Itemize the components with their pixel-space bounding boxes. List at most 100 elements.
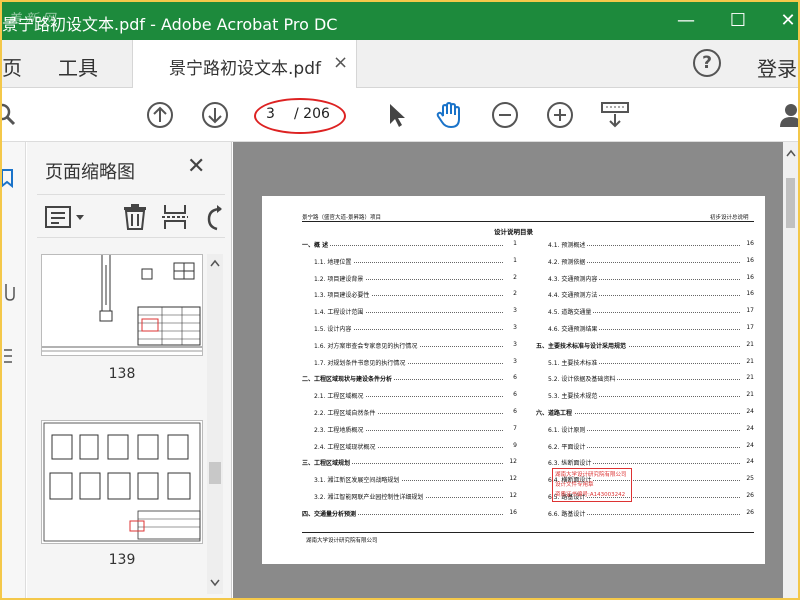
toc-entry[interactable]: 4.6. 交通预测结果 17 — [548, 324, 754, 334]
doc-scroll-up-icon[interactable] — [785, 148, 797, 158]
page-number-box[interactable]: 3 / 206 — [254, 98, 346, 134]
toc-entry-page: 26 — [744, 492, 754, 499]
main-toolbar: 3 / 206 — [2, 88, 798, 142]
toc-entry[interactable]: 六、道路工程 24 — [536, 408, 754, 418]
toc-entry-page: 16 — [744, 256, 754, 264]
toc-entry[interactable]: 4.4. 交通预测方法 16 — [548, 290, 754, 300]
toc-entry-page: 16 — [744, 273, 754, 281]
hand-tool-icon[interactable] — [434, 100, 464, 130]
layers-icon[interactable] — [2, 346, 16, 366]
toc-entry[interactable]: 1.6. 对方案审查会专家意见的执行情况 3 — [314, 340, 517, 351]
search-icon[interactable] — [2, 100, 22, 130]
toc-entry-text: 5.3. 主要技术规范 — [548, 391, 600, 401]
title-bar: 景宁路初设文本.pdf - Adobe Acrobat Pro DC 美 新 网… — [2, 2, 798, 40]
toc-entry[interactable]: 三、工程区域规划 12 — [302, 458, 517, 468]
toc-entry[interactable]: 6.6. 路基设计 26 — [548, 508, 754, 519]
scroll-mode-icon[interactable] — [600, 100, 630, 130]
panel-close-icon[interactable]: ✕ — [187, 154, 205, 179]
pdf-page: 景宁路（盛官大道-景昇路）项目 初步设计总说明 设计说明目录 一、概 述 1 1.1… — [262, 196, 765, 564]
toc-entry[interactable]: 1.2. 项目建设背景 2 — [314, 273, 517, 284]
toc-entry[interactable]: 6.1. 设计原则 24 — [548, 424, 754, 435]
toc-entry[interactable]: 2.4. 工程区域现状概况 9 — [314, 441, 517, 452]
toc-entry[interactable]: 二、工程区域现状与建设条件分析 6 — [302, 374, 517, 384]
toc-entry[interactable]: 1.3. 项目建设必要性 2 — [314, 290, 517, 300]
document-scrollbar[interactable] — [783, 142, 798, 598]
toc-entry[interactable]: 4.2. 预测依据 16 — [548, 256, 754, 267]
toc-entry-text: 六、道路工程 — [536, 408, 575, 417]
toc-entry-page: 6 — [511, 391, 517, 399]
toc-entry-text: 3.2. 湘江智能网联产业园控制性详细规划 — [314, 492, 426, 501]
toc-entry[interactable]: 五、主要技术标准与设计采用规范 21 — [536, 340, 754, 351]
toc-entry[interactable]: 6.3. 纵断面设计 24 — [548, 458, 754, 468]
help-icon[interactable]: ? — [693, 49, 721, 77]
tab-tools[interactable]: 工具 — [58, 52, 98, 81]
user-icon[interactable] — [778, 100, 798, 130]
toc-entry-text: 1.1. 地理位置 — [314, 256, 354, 266]
document-scrollbar-thumb[interactable] — [786, 178, 795, 228]
toc-entry[interactable]: 4.5. 道路交通量 17 — [548, 307, 754, 317]
next-page-icon[interactable] — [200, 100, 230, 130]
toc-entry[interactable]: 2.2. 工程区域自然条件 6 — [314, 408, 517, 418]
toc-entry-page: 12 — [507, 458, 517, 466]
toc-entry[interactable]: 2.3. 工程地质概况 7 — [314, 424, 517, 435]
toc-entry-text: 1.5. 设计内容 — [314, 324, 354, 333]
toc-entry-page: 16 — [507, 508, 517, 516]
toc-entry-text: 4.6. 交通预测结果 — [548, 324, 600, 333]
minimize-button[interactable]: — — [666, 6, 706, 36]
toc-entry[interactable]: 6.2. 平面设计 24 — [548, 441, 754, 452]
zoom-out-icon[interactable] — [490, 100, 520, 130]
toc-entry[interactable]: 5.2. 设计依据及基础资料 21 — [548, 374, 754, 384]
header-rule — [302, 221, 754, 222]
toc-entry[interactable]: 1.1. 地理位置 1 — [314, 256, 517, 267]
rotate-page-icon[interactable] — [203, 203, 225, 231]
toc-entry-text: 5.2. 设计依据及基础资料 — [548, 374, 618, 384]
toc-entry[interactable]: 4.1. 预测概述 16 — [548, 240, 754, 250]
scroll-up-icon[interactable] — [209, 258, 221, 268]
extract-page-icon[interactable] — [161, 203, 189, 231]
tab-document[interactable]: 景宁路初设文本.pdf × — [132, 40, 357, 89]
toc-entry-page: 16 — [744, 240, 754, 247]
toc-entry[interactable]: 1.4. 工程设计范围 3 — [314, 307, 517, 317]
navigation-pane-strip — [2, 142, 26, 598]
toc-entry[interactable]: 4.3. 交通预测内容 16 — [548, 273, 754, 284]
tab-close-icon[interactable]: × — [333, 52, 348, 73]
toc-entry-page: 25 — [744, 475, 754, 483]
toc-entry-page: 17 — [744, 307, 754, 315]
previous-page-icon[interactable] — [145, 100, 175, 130]
zoom-in-icon[interactable] — [545, 100, 575, 130]
toc-entry[interactable]: 3.2. 湘江智能网联产业园控制性详细规划 12 — [314, 492, 517, 502]
attachment-icon[interactable] — [2, 282, 16, 302]
toc-entry-page: 26 — [744, 508, 754, 516]
toc-entry[interactable]: 2.1. 工程区域概况 6 — [314, 391, 517, 401]
toc-entry[interactable]: 1.5. 设计内容 3 — [314, 324, 517, 334]
toc-entry[interactable]: 四、交通量分析预测 16 — [302, 508, 517, 519]
select-cursor-icon[interactable] — [382, 100, 412, 130]
thumbnail-page-138[interactable] — [41, 250, 203, 356]
toc-entry-text: 4.1. 预测概述 — [548, 240, 588, 249]
toc-entry[interactable]: 1.7. 对规划条件书意见的执行情况 3 — [314, 357, 517, 368]
close-window-button[interactable]: ✕ — [768, 6, 798, 36]
delete-page-icon[interactable] — [121, 203, 149, 231]
page-thumbnails-panel: 页面缩略图 ✕ 138 139 — [27, 142, 232, 598]
thumbnail-scrollbar[interactable] — [207, 254, 223, 594]
login-button[interactable]: 登录 — [757, 53, 797, 82]
toc-entry[interactable]: 3.1. 湘江新区发展空间战略规划 12 — [314, 475, 517, 485]
bookmark-icon[interactable] — [2, 168, 16, 188]
thumbnail-label-139: 139 — [108, 552, 136, 568]
panel-toolbar — [37, 194, 225, 238]
tab-home[interactable]: 页 — [2, 52, 22, 81]
scroll-down-icon[interactable] — [209, 578, 221, 588]
toc-entry[interactable]: 一、概 述 1 — [302, 240, 517, 250]
scrollbar-thumb[interactable] — [209, 462, 221, 484]
document-view[interactable]: 景宁路（盛官大道-景昇路）项目 初步设计总说明 设计说明目录 一、概 述 1 1.1… — [233, 142, 798, 598]
toc-entry-text: 1.7. 对规划条件书意见的执行情况 — [314, 357, 408, 367]
toc-entry-text: 五、主要技术标准与设计采用规范 — [536, 340, 629, 350]
toc-entry[interactable]: 5.3. 主要技术规范 21 — [548, 391, 754, 401]
toc-entry[interactable]: 5.1. 主要技术标准 21 — [548, 357, 754, 368]
options-menu-icon[interactable] — [45, 205, 89, 229]
toc-entry-text: 3.1. 湘江新区发展空间战略规划 — [314, 475, 402, 485]
maximize-button[interactable]: ☐ — [718, 6, 758, 36]
toc-entry-text: 1.4. 工程设计范围 — [314, 307, 366, 317]
thumbnail-page-139[interactable] — [41, 420, 203, 544]
toc-entry-text: 6.3. 纵断面设计 — [548, 458, 594, 468]
